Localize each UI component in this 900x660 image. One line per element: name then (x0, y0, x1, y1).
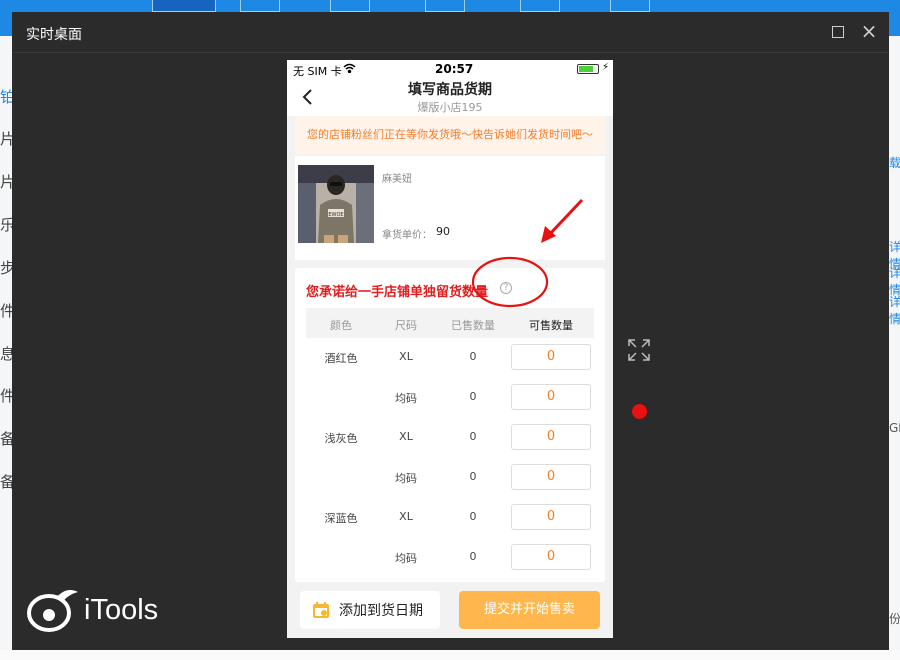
submit-and-sell-button[interactable]: 提交并开始售卖 (459, 591, 600, 629)
right-fragment[interactable]: 详情 (889, 293, 900, 327)
toolbar-tab[interactable] (152, 0, 216, 12)
background-right-panel: 载 详情 详情 详情 GB 份 (889, 36, 900, 660)
itools-logo-icon (27, 590, 78, 632)
add-arrival-date-label: 添加到货日期 (339, 603, 423, 619)
available-qty-input[interactable]: 0 (511, 344, 591, 370)
row-sold: 0 (469, 470, 477, 483)
row-size: 均码 (395, 392, 417, 405)
row-sold: 0 (469, 430, 477, 443)
window-title: 实时桌面 (26, 27, 82, 43)
table-row: 酒红色 XL 0 0 (306, 338, 594, 378)
toolbar-tab[interactable] (520, 0, 560, 12)
phone-screen: 无 SIM 卡 20:57 ⚡ 填写商品货期 爆版小店195 您的店铺粉丝们正在… (287, 60, 613, 638)
table-row: 浅灰色 XL 0 0 (306, 418, 594, 458)
row-sold: 0 (469, 390, 477, 403)
table-row: 均码 0 0 (306, 458, 594, 498)
row-color: 深蓝色 (324, 512, 358, 525)
right-fragment: 载 (889, 156, 900, 170)
row-color: 酒红色 (324, 352, 358, 365)
row-size: 均码 (395, 472, 417, 485)
record-indicator[interactable] (632, 404, 647, 419)
header-available: 可售数量 (529, 319, 573, 332)
price-label: 拿货单价： (382, 230, 432, 241)
toolbar-tab[interactable] (425, 0, 465, 12)
row-sold: 0 (469, 510, 477, 523)
available-qty-input[interactable]: 0 (511, 424, 591, 450)
table-row: 均码 0 0 (306, 538, 594, 578)
itools-logo-text: iTools (84, 594, 159, 626)
price-value: 90 (436, 225, 450, 238)
right-fragment: GB (889, 421, 900, 435)
header-sold: 已售数量 (451, 319, 495, 332)
row-sold: 0 (469, 550, 477, 563)
toolbar-tab[interactable] (330, 0, 370, 12)
product-card: EWOE 麻美妞 拿货单价： 90 (295, 156, 605, 260)
notice-banner: 您的店铺粉丝们正在等你发货哦～快告诉她们发货时间吧～ (295, 116, 605, 154)
title-divider (12, 52, 889, 53)
maximize-icon[interactable] (832, 26, 844, 38)
background-bottom (0, 650, 900, 660)
shirt-print: EWOE (328, 212, 343, 218)
table-header: 颜色 尺码 已售数量 可售数量 (306, 308, 594, 338)
available-qty-input[interactable]: 0 (511, 504, 591, 530)
available-qty-input[interactable]: 0 (511, 544, 591, 570)
row-size: XL (399, 430, 413, 443)
battery-icon (577, 64, 599, 74)
product-image: EWOE (298, 165, 374, 243)
background-sidebar: 铂 片 片 乐 步 件 息 件 备 备 (0, 36, 15, 660)
quantity-table: 颜色 尺码 已售数量 可售数量 酒红色 XL 0 0 均码 0 0 浅灰色 XL… (306, 308, 594, 578)
charging-icon: ⚡ (602, 62, 610, 73)
status-bar: 无 SIM 卡 20:57 ⚡ (287, 60, 613, 78)
wifi-icon (343, 63, 356, 73)
header-color: 颜色 (330, 319, 352, 332)
bottom-action-bar: 添加到货日期 提交并开始售卖 (287, 584, 613, 638)
toolbar-tab[interactable] (610, 0, 650, 12)
right-fragment: 份 (889, 612, 900, 626)
available-qty-input[interactable]: 0 (511, 464, 591, 490)
help-question-icon[interactable]: ? (500, 282, 512, 294)
nav-bar: 填写商品货期 爆版小店195 (287, 78, 613, 116)
page-title: 填写商品货期 (408, 82, 492, 98)
toolbar-tab[interactable] (240, 0, 280, 12)
close-icon[interactable]: × (860, 21, 878, 41)
calendar-icon (313, 602, 329, 618)
row-color: 浅灰色 (324, 432, 358, 445)
add-arrival-date-button[interactable]: 添加到货日期 (300, 591, 440, 629)
carrier-label: 无 SIM 卡 (293, 65, 342, 78)
fullscreen-expand-icon[interactable] (628, 339, 650, 361)
row-size: XL (399, 350, 413, 363)
table-row: 均码 0 0 (306, 378, 594, 418)
available-qty-input[interactable]: 0 (511, 384, 591, 410)
product-name: 麻美妞 (382, 174, 412, 185)
row-sold: 0 (469, 350, 477, 363)
row-size: XL (399, 510, 413, 523)
shop-name: 爆版小店195 (417, 101, 483, 114)
row-size: 均码 (395, 552, 417, 565)
status-time: 20:57 (435, 62, 474, 76)
section-title: 您承诺给一手店铺单独留货数量 (306, 285, 489, 300)
table-row: 深蓝色 XL 0 0 (306, 498, 594, 538)
header-size: 尺码 (395, 319, 417, 332)
reserve-quantity-section: 您承诺给一手店铺单独留货数量 ? 颜色 尺码 已售数量 可售数量 酒红色 XL … (295, 268, 605, 582)
